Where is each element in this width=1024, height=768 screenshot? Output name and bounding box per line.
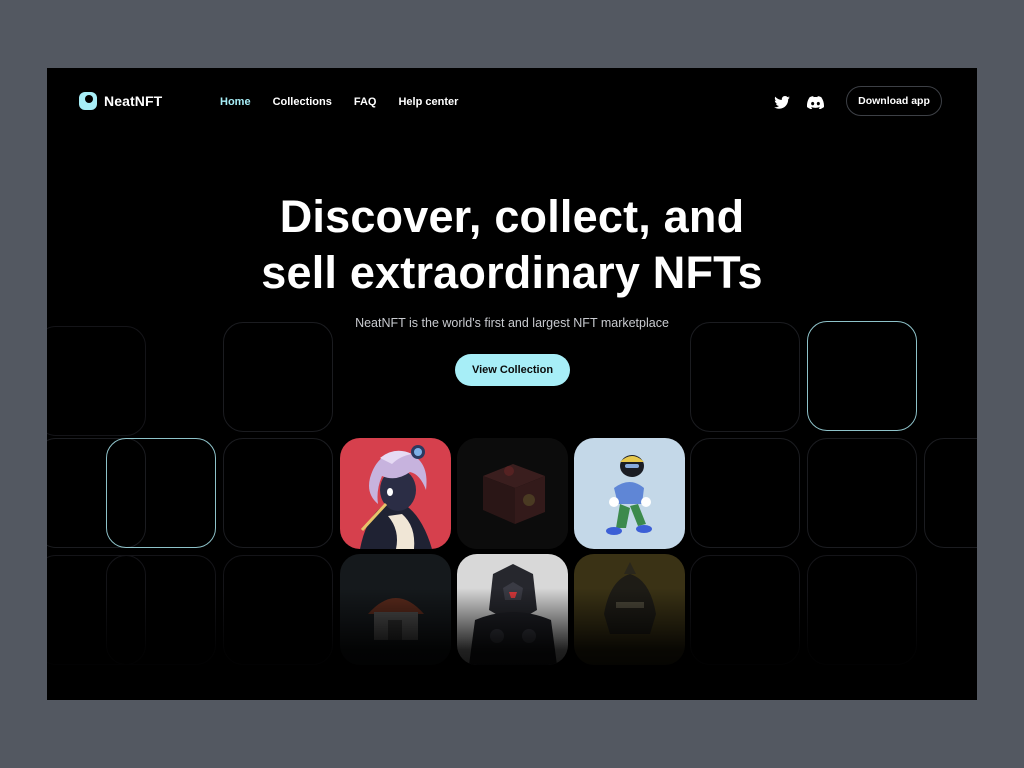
grid-tile bbox=[47, 326, 146, 436]
main-nav: Home Collections FAQ Help center bbox=[220, 96, 458, 108]
brand-name: NeatNFT bbox=[104, 93, 163, 109]
grid-tile bbox=[690, 555, 800, 665]
grid-tile bbox=[223, 322, 333, 432]
robot-nft[interactable] bbox=[457, 554, 568, 665]
view-collection-button[interactable]: View Collection bbox=[455, 354, 570, 386]
grid-tile bbox=[690, 438, 800, 548]
download-app-button[interactable]: Download app bbox=[846, 86, 942, 116]
nav-home[interactable]: Home bbox=[220, 96, 251, 108]
hero-title-line1: Discover, collect, and bbox=[279, 191, 745, 242]
hero-title: Discover, collect, and sell extraordinar… bbox=[47, 189, 977, 301]
grid-tile bbox=[223, 438, 333, 548]
grid-tile-highlighted bbox=[807, 321, 917, 431]
nav-collections[interactable]: Collections bbox=[273, 96, 332, 108]
grid-tile bbox=[223, 555, 333, 665]
discord-icon[interactable] bbox=[806, 94, 824, 110]
brand-logo[interactable]: NeatNFT bbox=[79, 92, 162, 110]
walking-character-nft[interactable] bbox=[574, 438, 685, 549]
anime-girl-nft[interactable] bbox=[340, 438, 451, 549]
grid-tile-highlighted bbox=[106, 438, 216, 548]
grid-tile bbox=[924, 438, 977, 548]
gold-helmet-nft[interactable] bbox=[574, 554, 685, 665]
app-frame: NeatNFT Home Collections FAQ Help center… bbox=[47, 68, 977, 700]
grid-tile bbox=[807, 555, 917, 665]
logo-icon bbox=[79, 92, 97, 110]
nav-help-center[interactable]: Help center bbox=[398, 96, 458, 108]
treasure-box-nft[interactable] bbox=[457, 438, 568, 549]
red-dome-house-nft[interactable] bbox=[340, 554, 451, 665]
twitter-icon[interactable] bbox=[773, 94, 791, 110]
nav-faq[interactable]: FAQ bbox=[354, 96, 377, 108]
hero-title-line2: sell extraordinary NFTs bbox=[261, 247, 763, 298]
hero-subtitle: NeatNFT is the world's first and largest… bbox=[355, 316, 669, 330]
grid-tile bbox=[807, 438, 917, 548]
grid-tile bbox=[690, 322, 800, 432]
grid-tile bbox=[106, 555, 216, 665]
